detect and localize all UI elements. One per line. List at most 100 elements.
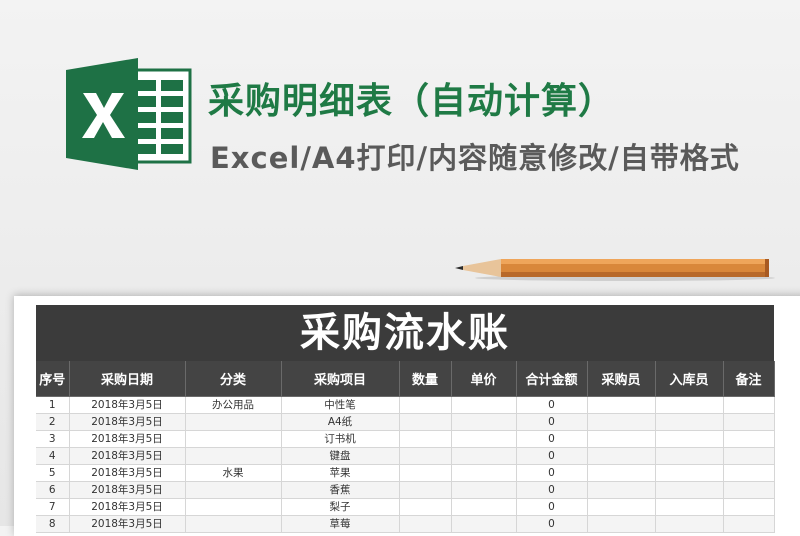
column-header[interactable]: 入库员 [655, 361, 724, 397]
table-cell[interactable]: 2018年3月5日 [69, 447, 186, 465]
table-cell[interactable] [655, 447, 724, 465]
column-header[interactable]: 数量 [399, 361, 452, 397]
excel-logo-icon [66, 58, 192, 170]
column-header[interactable]: 单价 [451, 361, 517, 397]
table-cell[interactable] [451, 430, 517, 448]
table-cell[interactable] [399, 481, 452, 499]
table-cell[interactable] [185, 515, 282, 533]
page-title: 采购明细表（自动计算） [208, 81, 616, 122]
table-cell[interactable]: 2018年3月5日 [69, 430, 186, 448]
table-header-row: 序号 采购日期 分类 采购项目 数量 单价 合计金额 采购员 入库员 备注 [36, 361, 775, 397]
table-cell[interactable] [723, 481, 775, 499]
table-cell[interactable] [723, 430, 775, 448]
table-cell[interactable] [587, 396, 656, 414]
table-cell[interactable] [723, 396, 775, 414]
sheet-banner-title: 采购流水账 [36, 305, 774, 361]
table-cell[interactable]: 2018年3月5日 [69, 464, 186, 482]
table-cell[interactable] [587, 481, 656, 499]
table-cell[interactable]: 2018年3月5日 [69, 515, 186, 533]
table-cell[interactable]: 2018年3月5日 [69, 498, 186, 516]
table-cell[interactable] [451, 464, 517, 482]
table-cell[interactable]: 2018年3月5日 [69, 481, 186, 499]
table-cell[interactable]: 0 [516, 481, 588, 499]
table-cell[interactable] [451, 515, 517, 533]
table-body: 1 2018年3月5日 办公用品 中性笔 0 2 2018年3月5日 A4纸 0 3 2018年3月… [36, 396, 775, 533]
table-cell[interactable] [451, 396, 517, 414]
table-cell[interactable]: 办公用品 [185, 396, 282, 414]
table-cell[interactable]: 5 [36, 464, 70, 482]
table-cell[interactable] [587, 464, 656, 482]
table-cell[interactable] [451, 481, 517, 499]
table-cell[interactable] [655, 413, 724, 431]
table-cell[interactable] [399, 413, 452, 431]
table-cell[interactable] [399, 447, 452, 465]
column-header[interactable]: 采购员 [587, 361, 656, 397]
table-cell[interactable]: 1 [36, 396, 70, 414]
table-cell[interactable]: 3 [36, 430, 70, 448]
table-cell[interactable] [655, 515, 724, 533]
table-cell[interactable]: 梨子 [281, 498, 400, 516]
table-cell[interactable]: 键盘 [281, 447, 400, 465]
table-cell[interactable]: 6 [36, 481, 70, 499]
table-cell[interactable] [723, 413, 775, 431]
table-cell[interactable]: 香蕉 [281, 481, 400, 499]
column-header[interactable]: 序号 [36, 361, 70, 397]
table-cell[interactable] [399, 498, 452, 516]
table-cell[interactable] [723, 464, 775, 482]
table-cell[interactable]: 0 [516, 396, 588, 414]
column-header[interactable]: 采购项目 [281, 361, 400, 397]
column-header[interactable]: 备注 [723, 361, 775, 397]
table-cell[interactable] [587, 498, 656, 516]
table-cell[interactable]: 订书机 [281, 430, 400, 448]
purchase-table: 序号 采购日期 分类 采购项目 数量 单价 合计金额 采购员 入库员 备注 12… [36, 361, 775, 533]
table-cell[interactable] [451, 447, 517, 465]
table-cell[interactable]: 0 [516, 464, 588, 482]
table-cell[interactable]: 2018年3月5日 [69, 396, 186, 414]
table-cell[interactable] [587, 430, 656, 448]
table-cell[interactable] [655, 396, 724, 414]
table-cell[interactable]: 7 [36, 498, 70, 516]
table-cell[interactable]: 0 [516, 430, 588, 448]
table-cell[interactable] [399, 430, 452, 448]
table-cell[interactable] [655, 430, 724, 448]
table-cell[interactable] [185, 481, 282, 499]
table-cell[interactable] [587, 447, 656, 465]
table-cell[interactable]: 草莓 [281, 515, 400, 533]
table-cell[interactable]: 2018年3月5日 [69, 413, 186, 431]
table-cell[interactable] [723, 515, 775, 533]
table-cell[interactable] [655, 498, 724, 516]
table-cell[interactable]: 0 [516, 498, 588, 516]
table-cell[interactable] [399, 396, 452, 414]
table-cell[interactable]: 水果 [185, 464, 282, 482]
table-cell[interactable] [587, 515, 656, 533]
table-cell[interactable] [185, 413, 282, 431]
table-cell[interactable] [723, 498, 775, 516]
column-header[interactable]: 采购日期 [69, 361, 186, 397]
table-cell[interactable] [451, 413, 517, 431]
table-cell[interactable]: 2 [36, 413, 70, 431]
table-cell[interactable] [185, 498, 282, 516]
table-cell[interactable] [451, 498, 517, 516]
table-row: 2 2018年3月5日 A4纸 0 [36, 413, 775, 431]
table-cell[interactable] [399, 464, 452, 482]
table-cell[interactable]: 苹果 [281, 464, 400, 482]
table-cell[interactable]: 8 [36, 515, 70, 533]
table-cell[interactable]: 中性笔 [281, 396, 400, 414]
table-cell[interactable] [587, 413, 656, 431]
table-cell[interactable]: A4纸 [281, 413, 400, 431]
table-cell[interactable]: 0 [516, 413, 588, 431]
table-cell[interactable] [185, 430, 282, 448]
table-cell[interactable]: 0 [516, 447, 588, 465]
table-cell[interactable] [655, 481, 724, 499]
column-header[interactable]: 分类 [185, 361, 282, 397]
table-cell[interactable] [399, 515, 452, 533]
column-header[interactable]: 合计金额 [516, 361, 588, 397]
table-row: 6 2018年3月5日 香蕉 0 [36, 481, 775, 499]
table-cell[interactable] [185, 447, 282, 465]
table-row: 5 2018年3月5日 水果 苹果 0 [36, 464, 775, 482]
table-row: 1 2018年3月5日 办公用品 中性笔 0 [36, 396, 775, 414]
table-cell[interactable] [655, 464, 724, 482]
table-cell[interactable]: 4 [36, 447, 70, 465]
table-cell[interactable]: 0 [516, 515, 588, 533]
table-cell[interactable] [723, 447, 775, 465]
